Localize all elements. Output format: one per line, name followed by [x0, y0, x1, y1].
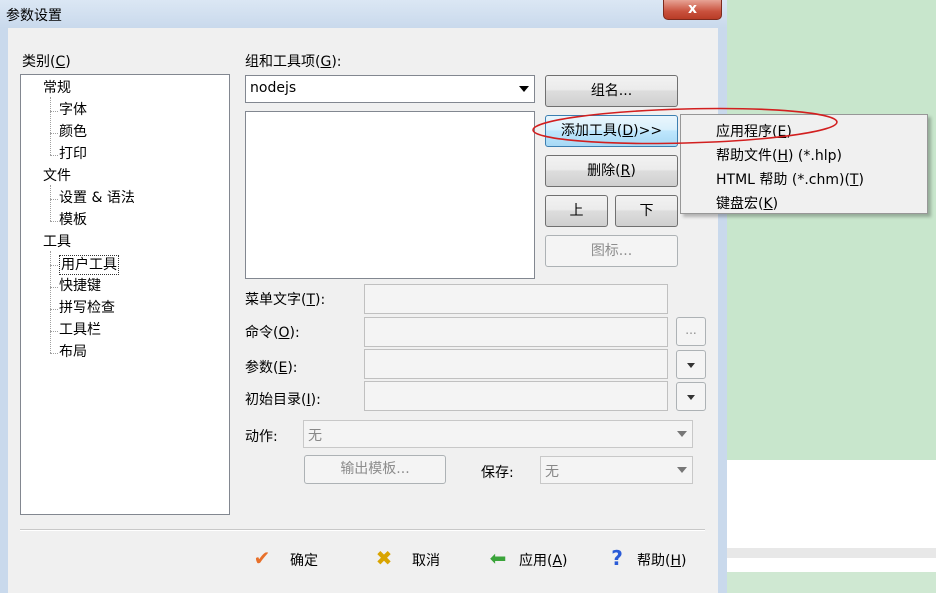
tree-connector: [50, 111, 58, 112]
tree-connector: [50, 265, 58, 266]
footer-divider: [20, 529, 705, 531]
chevron-down-icon: [677, 467, 687, 473]
move-down-button[interactable]: 下: [615, 195, 678, 227]
action-select-value: 无: [308, 428, 322, 444]
tree-item[interactable]: 工具栏: [59, 321, 101, 339]
output-template-button[interactable]: 输出模板...: [304, 455, 446, 484]
init-dir-label: 初始目录(I):: [245, 392, 321, 408]
tree-connector: [50, 97, 51, 155]
menu-text-label: 菜单文字(T):: [245, 292, 326, 308]
args-input[interactable]: [364, 349, 668, 379]
desktop-strip-2: [715, 572, 936, 593]
group-name-button[interactable]: 组名...: [545, 75, 678, 107]
tree-connector: [50, 221, 58, 222]
save-label: 保存:: [481, 465, 514, 481]
apply-button[interactable]: ⬅ 应用(A): [486, 547, 576, 571]
title-bar: 参数设置: [0, 0, 727, 28]
tree-connector: [50, 331, 58, 332]
tree-connector: [50, 353, 58, 354]
window-border-left: [0, 28, 8, 593]
icon-button[interactable]: 图标...: [545, 235, 678, 267]
chevron-down-icon: [687, 363, 695, 368]
tree-item[interactable]: 设置 & 语法: [59, 189, 135, 207]
category-tree[interactable]: 常规字体颜色打印文件设置 & 语法 模板工具用户工具快捷键拼写检查工具栏布局: [20, 74, 230, 515]
tree-group[interactable]: 常规: [43, 79, 71, 97]
window-title: 参数设置: [6, 8, 62, 24]
desktop-strip: [715, 548, 936, 558]
action-select[interactable]: 无: [303, 420, 693, 448]
cancel-button[interactable]: ✖ 取消: [372, 547, 452, 571]
init-dir-dropdown-button[interactable]: [676, 382, 706, 411]
tree-item[interactable]: 打印: [59, 145, 87, 163]
cancel-x-icon: ✖: [375, 546, 393, 570]
tool-list[interactable]: [245, 111, 535, 279]
save-select[interactable]: 无: [540, 456, 693, 484]
save-select-value: 无: [545, 464, 559, 480]
group-label: 组和工具项(G):: [245, 54, 342, 70]
init-dir-input[interactable]: [364, 381, 668, 411]
tree-item[interactable]: 模板: [59, 211, 87, 229]
tree-connector: [50, 185, 51, 221]
close-button[interactable]: x: [663, 0, 722, 20]
annotation-circle: [532, 107, 838, 145]
action-label: 动作:: [245, 429, 278, 445]
tree-connector: [50, 309, 58, 310]
args-dropdown-button[interactable]: [676, 350, 706, 379]
browse-button[interactable]: ...: [676, 317, 706, 346]
tree-group[interactable]: 工具: [43, 233, 71, 251]
delete-button[interactable]: 删除(R): [545, 155, 678, 187]
menu-item-html-help[interactable]: HTML 帮助 (*.chm)(T): [716, 169, 864, 189]
ok-button[interactable]: ✔ 确定: [250, 547, 330, 571]
help-button[interactable]: ? 帮助(H): [605, 547, 695, 571]
tree-connector: [50, 155, 58, 156]
tree-item[interactable]: 用户工具: [59, 255, 119, 275]
chevron-down-icon: [687, 395, 695, 400]
question-icon: ?: [611, 546, 623, 570]
tree-item[interactable]: 快捷键: [59, 277, 101, 295]
tree-item[interactable]: 拼写检查: [59, 299, 115, 317]
chevron-down-icon: [519, 86, 529, 92]
move-up-button[interactable]: 上: [545, 195, 608, 227]
tree-connector: [50, 287, 58, 288]
settings-dialog: 参数设置 x 类别(C) 常规字体颜色打印文件设置 & 语法 模板工具用户工具快捷…: [0, 0, 727, 593]
tree-connector: [50, 251, 51, 353]
command-label: 命令(O):: [245, 325, 300, 341]
group-select[interactable]: nodejs: [245, 75, 535, 103]
arrow-left-icon: ⬅: [489, 546, 507, 570]
group-select-value: nodejs: [250, 80, 297, 96]
tree-item[interactable]: 字体: [59, 101, 87, 119]
category-label: 类别(C): [22, 54, 71, 70]
menu-item-keyboard-macro[interactable]: 键盘宏(K): [716, 193, 778, 213]
chevron-down-icon: [677, 431, 687, 437]
args-label: 参数(E):: [245, 360, 298, 376]
tree-connector: [50, 133, 58, 134]
tree-item[interactable]: 布局: [59, 343, 87, 361]
command-input[interactable]: [364, 317, 668, 347]
tree-group[interactable]: 文件: [43, 167, 71, 185]
tree-item[interactable]: 颜色: [59, 123, 87, 141]
tree-connector: [50, 199, 58, 200]
menu-text-input[interactable]: [364, 284, 668, 314]
checkmark-icon: ✔: [253, 546, 271, 570]
